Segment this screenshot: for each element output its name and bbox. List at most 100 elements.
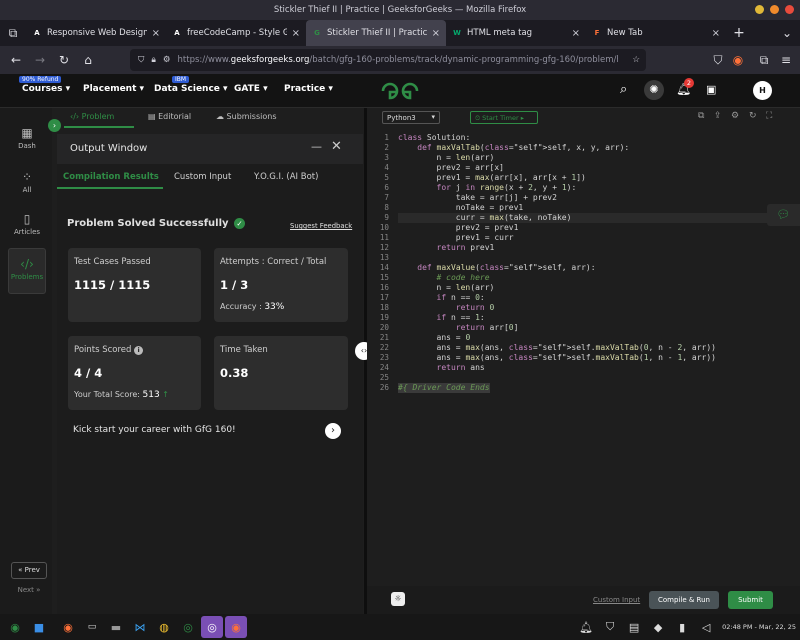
theme-toggle-icon[interactable]: ✺ (644, 80, 664, 100)
forward-icon[interactable]: → (28, 53, 52, 67)
url-bar[interactable]: ⛉ 🔒︎ ⚙ https://www.geeksforgeeks.org/bat… (130, 49, 646, 71)
code-line[interactable]: prev2 = arr[x] (398, 163, 504, 173)
list-tabs-icon[interactable]: ⌄ (774, 26, 800, 40)
firefox-window-icon[interactable]: ◉ (225, 616, 247, 638)
tab-problem[interactable]: ‹/› Problem (70, 112, 114, 121)
code-line[interactable]: ans = max(ans, class="self">self.maxValT… (398, 343, 716, 353)
promo-arrow-icon[interactable]: › (325, 423, 341, 439)
code-line[interactable]: #{ Driver Code Ends (398, 383, 490, 393)
code-line[interactable]: if n == 1: (398, 313, 485, 323)
start-timer-button[interactable]: ⏲ Start Timer ▸ (470, 111, 538, 124)
expand-chevron-icon[interactable]: › (48, 119, 61, 132)
active-app-icon[interactable]: ◎ (201, 616, 223, 638)
start-menu-icon[interactable]: ◉ (4, 616, 26, 638)
close-tab-icon[interactable]: × (432, 28, 440, 39)
tab-yogi-ai-bot[interactable]: Y.O.G.I. (AI Bot) (254, 172, 318, 182)
permissions-icon[interactable]: ⚙ (163, 55, 171, 65)
fullscreen-icon[interactable]: ⛶ (766, 111, 772, 121)
tab-submissions[interactable]: ☁ Submissions (216, 112, 276, 121)
code-line[interactable]: ans = max(ans, class="self">self.maxValT… (398, 353, 716, 363)
code-line[interactable]: # code here (398, 273, 490, 283)
terminal-icon[interactable]: ▭ (81, 616, 103, 638)
tab-compilation-results[interactable]: Compilation Results (63, 172, 159, 182)
code-line[interactable]: def maxValTab(class="self">self, x, y, a… (398, 143, 629, 153)
minimize-output-icon[interactable]: — (311, 140, 322, 153)
lightbulb-icon[interactable]: ☼ (391, 592, 405, 606)
close-tab-icon[interactable]: × (572, 28, 580, 39)
suggest-feedback-link[interactable]: Suggest Feedback (290, 222, 352, 230)
code-line[interactable]: for j in range(x + 2, y + 1): (398, 183, 577, 193)
menu-icon[interactable]: ≡ (774, 53, 798, 67)
notifications-icon[interactable]: 🔔︎ (575, 616, 597, 638)
tab-html-meta-tag[interactable]: W HTML meta tag × (446, 20, 586, 46)
tab-freecodecamp-style-guide[interactable]: A freeCodeCamp - Style Guide × (166, 20, 306, 46)
rail-item-articles[interactable]: ▯ Articles (8, 212, 46, 236)
files-icon[interactable]: ▬ (105, 616, 127, 638)
copy-icon[interactable]: ⧉ (698, 111, 704, 121)
close-tab-icon[interactable]: × (152, 28, 160, 39)
minimize-button[interactable] (755, 5, 764, 14)
search-icon[interactable]: ⌕ (620, 82, 627, 97)
bookmark-star-icon[interactable]: ☆ (632, 55, 640, 65)
vscode-icon[interactable]: ⋈ (129, 616, 151, 638)
gfg-logo[interactable] (380, 81, 420, 101)
compile-run-button[interactable]: Compile & Run (649, 591, 719, 609)
code-line[interactable]: noTake = prev1 (398, 203, 523, 213)
lock-icon[interactable]: 🔒︎ (151, 55, 156, 65)
translate-icon[interactable]: ▣ (706, 83, 716, 96)
shield-tray-icon[interactable]: ⛉ (599, 616, 621, 638)
clipboard-icon[interactable]: ▤ (623, 616, 645, 638)
code-area[interactable]: class Solution: def maxValTab(class="sel… (367, 130, 800, 586)
tab-editorial[interactable]: ▤ Editorial (148, 112, 191, 121)
tab-stickler-thief[interactable]: G Stickler Thief II | Practice | G × (306, 20, 446, 46)
code-line[interactable]: prev2 = prev1 (398, 223, 519, 233)
upload-icon[interactable]: ⇪ (714, 111, 722, 121)
volume-icon[interactable]: ◁ (695, 616, 717, 638)
chat-icon[interactable]: 💬︎ (767, 204, 800, 226)
nav-courses[interactable]: 90% Refund Courses ▾ (19, 76, 70, 94)
clock[interactable]: 02:48 PM - Mar, 22, 25 (722, 623, 796, 631)
code-line[interactable]: take = arr[j] + prev2 (398, 193, 557, 203)
custom-input-link[interactable]: Custom Input (593, 596, 640, 604)
back-icon[interactable]: ← (4, 53, 28, 67)
code-line[interactable]: prev1 = max(arr[x], arr[x + 1]) (398, 173, 586, 183)
gfg-app-icon[interactable]: ◎ (177, 616, 199, 638)
chrome-icon[interactable]: ◍ (153, 616, 175, 638)
code-line[interactable]: prev1 = curr (398, 233, 514, 243)
code-line[interactable]: class Solution: (398, 133, 470, 143)
tab-responsive-web-design[interactable]: A Responsive Web Design Cer × (26, 20, 166, 46)
close-tab-icon[interactable]: × (712, 28, 720, 39)
info-icon[interactable]: i (134, 346, 144, 355)
code-line[interactable]: ans = 0 (398, 333, 471, 343)
nav-placement[interactable]: Placement ▾ (83, 84, 144, 94)
nav-data-science[interactable]: IBM Data Science ▾ (154, 76, 228, 94)
rail-item-problems[interactable]: ‹/› Problems (8, 248, 46, 294)
firefox-icon[interactable]: ◉ (57, 616, 79, 638)
close-tab-icon[interactable]: × (292, 28, 300, 39)
code-line[interactable]: n = len(arr) (398, 153, 495, 163)
language-select[interactable]: Python3 ▾ (382, 111, 440, 124)
reload-icon[interactable]: ↻ (52, 53, 76, 67)
code-line[interactable]: curr = max(take, noTake) (398, 213, 793, 223)
rail-item-all[interactable]: ⁘ All (8, 170, 46, 194)
code-line[interactable]: if n == 0: (398, 293, 485, 303)
wifi-icon[interactable]: ◆ (647, 616, 669, 638)
tab-new-tab[interactable]: F New Tab × (586, 20, 726, 46)
prev-button[interactable]: « Prev (11, 562, 47, 579)
code-line[interactable]: return ans (398, 363, 485, 373)
code-line[interactable]: return prev1 (398, 243, 495, 253)
tab-custom-input[interactable]: Custom Input (174, 172, 231, 182)
maximize-button[interactable] (770, 5, 779, 14)
avatar[interactable]: H (753, 81, 772, 100)
close-output-icon[interactable]: ✕ (331, 139, 342, 154)
extensions-icon[interactable]: ⧉ (752, 53, 776, 68)
code-line[interactable]: return 0 (398, 303, 495, 313)
firefox-account-icon[interactable]: ◉ (726, 53, 750, 67)
new-tab-icon[interactable]: + (726, 25, 752, 41)
nav-gate[interactable]: GATE ▾ (234, 84, 268, 94)
reset-icon[interactable]: ↻ (749, 111, 757, 121)
home-icon[interactable]: ⌂ (76, 53, 100, 67)
rail-item-dash[interactable]: ▦ Dash (8, 126, 46, 150)
code-line[interactable]: n = len(arr) (398, 283, 495, 293)
submit-button[interactable]: Submit (728, 591, 773, 609)
